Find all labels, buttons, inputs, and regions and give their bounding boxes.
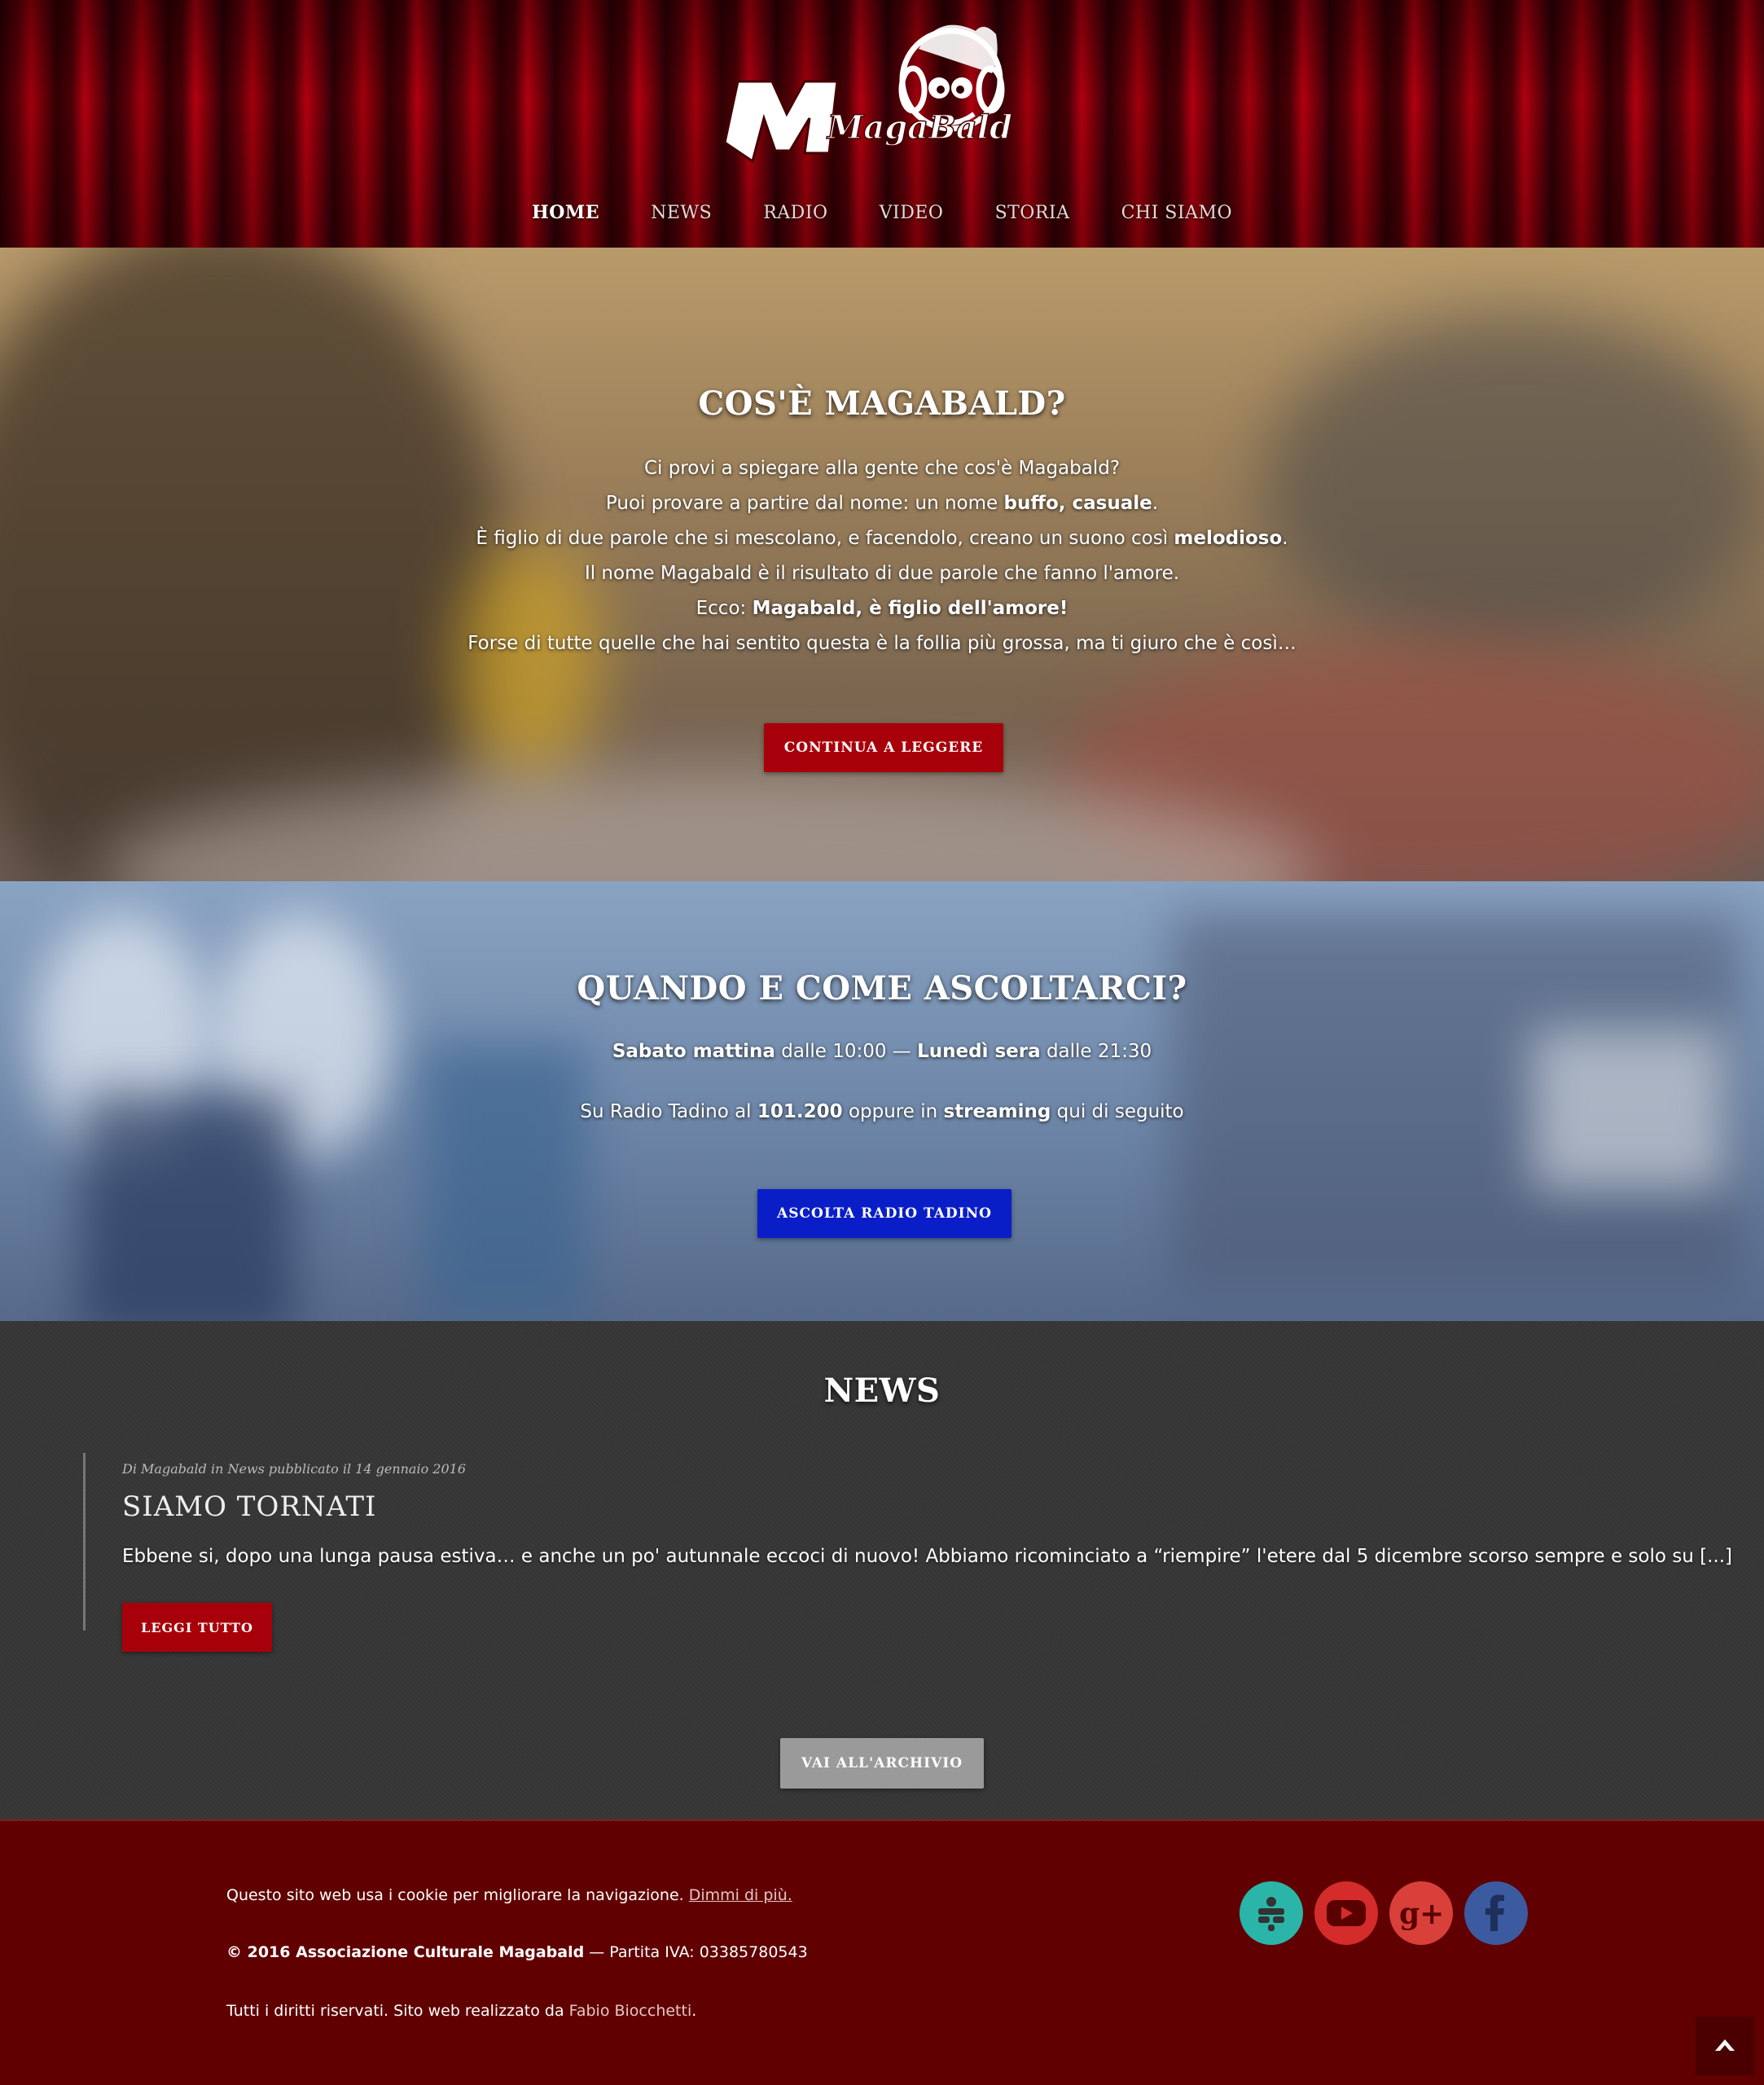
main-nav: HOME NEWS RADIO VIDEO STORIA CHI SIAMO [0,202,1764,223]
continue-reading-button[interactable]: CONTINUA A LEGGERE [764,723,1003,772]
tunein-icon [1258,1897,1284,1931]
youtube-button[interactable] [1314,1881,1378,1945]
read-more-button[interactable]: LEGGI TUTTO [122,1603,272,1652]
svg-text:g+: g+ [1399,1897,1444,1931]
chevron-up-icon [1715,2039,1735,2051]
youtube-icon [1327,1900,1366,1926]
nav-chi-siamo[interactable]: CHI SIAMO [1121,203,1232,223]
tunein-button[interactable] [1240,1881,1303,1945]
nav-news[interactable]: NEWS [651,203,712,223]
back-to-top-button[interactable] [1696,2017,1754,2075]
cookie-notice: Questo sito web usa i cookie per miglior… [226,1886,792,1904]
google-plus-button[interactable]: g+ [1389,1881,1453,1945]
listen-section: QUANDO E COME ASCOLTARCI? Sabato mattina… [0,881,1764,1321]
nav-video[interactable]: VIDEO [880,203,944,223]
magabald-logo[interactable]: MagaBald [715,16,1054,166]
intro-line: È figlio di due parole che si mescolano,… [476,528,1288,549]
intro-line: Puoi provare a partire dal nome: un nome… [605,493,1159,514]
news-title: NEWS [823,1372,941,1410]
nav-home[interactable]: HOME [532,202,599,223]
cookie-more-link[interactable]: Dimmi di più. [689,1886,792,1904]
nav-radio[interactable]: RADIO [763,203,827,223]
rights-text: Tutti i diritti riservati. Sito web real… [226,2002,697,2020]
facebook-button[interactable] [1464,1881,1528,1945]
intro-line: Ci provi a spiegare alla gente che cos'è… [643,458,1121,479]
news-excerpt: Ebbene si, dopo una lunga pausa estiva… … [122,1546,1733,1567]
intro-line: Ecco: Magabald, è figlio dell'amore! [696,598,1068,619]
news-meta: Di Magabald in News pubblicato il 14 gen… [122,1461,467,1477]
intro-text: Ci provi a spiegare alla gente che cos'è… [0,451,1764,661]
news-section: NEWS Di Magabald in News pubblicato il 1… [0,1321,1764,1819]
listen-radio-button[interactable]: ASCOLTA RADIO TADINO [757,1189,1011,1238]
news-item: Di Magabald in News pubblicato il 14 gen… [83,1453,1732,1652]
frequency-text: Su Radio Tadino al 101.200 oppure in str… [580,1101,1184,1122]
background-blur [423,1044,586,1321]
intro-line: Forse di tutte quelle che hai sentito qu… [467,633,1297,654]
facebook-icon [1485,1894,1504,1931]
site-footer: Questo sito web usa i cookie per miglior… [0,1819,1764,2085]
copyright-text: © 2016 Associazione Culturale Magabald —… [226,1943,808,1961]
archive-button[interactable]: VAI ALL'ARCHIVIO [780,1738,984,1789]
intro-line: Il nome Magabald è il risultato di due p… [584,563,1180,584]
nav-storia[interactable]: STORIA [995,203,1070,223]
listen-title: QUANDO E COME ASCOLTARCI? [577,969,1187,1007]
schedule-text: Sabato mattina dalle 10:00 — Lunedì sera… [612,1041,1152,1062]
author-link[interactable]: Fabio Biocchetti [569,2002,692,2020]
intro-section: COS'È MAGABALD? Ci provi a spiegare alla… [0,248,1764,881]
site-header: MagaBald HOME NEWS RADIO VIDEO STORIA CH… [0,0,1764,248]
logo-text: MagaBald [826,108,1012,147]
intro-title: COS'È MAGABALD? [698,384,1066,423]
news-item-title[interactable]: SIAMO TORNATI [122,1490,376,1523]
google-plus-icon: g+ [1399,1897,1444,1931]
